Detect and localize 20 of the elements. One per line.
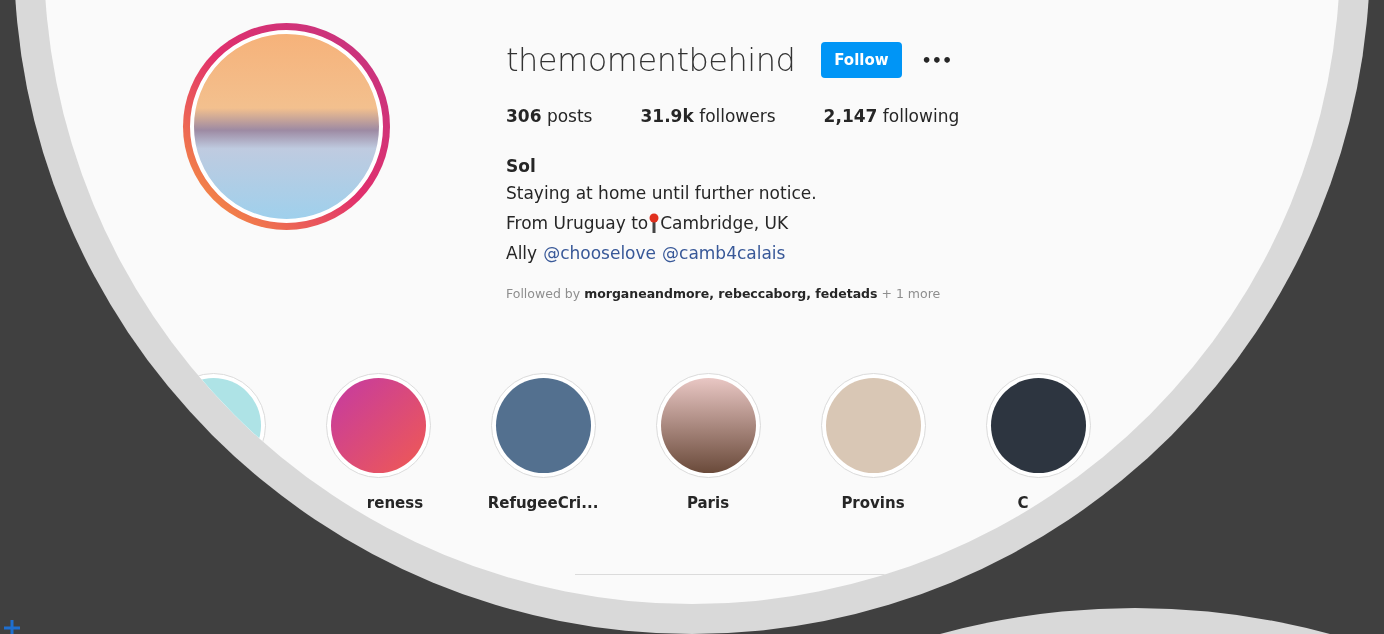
bio-line: From Uruguay to xyxy=(506,212,649,235)
highlight-label: Paris xyxy=(686,494,730,512)
profile-name: Sol xyxy=(506,155,537,178)
bio-line: Staying at home until further notice. xyxy=(506,182,818,205)
bio-text: Ally xyxy=(506,242,538,265)
pin-icon xyxy=(649,213,660,233)
mention-link[interactable]: @camb4calais xyxy=(662,238,786,268)
stat-link[interactable]: 306 posts xyxy=(506,106,593,126)
highlight-label: reness xyxy=(365,494,424,512)
stat-link[interactable]: 31.9k followers xyxy=(640,106,776,126)
mention-link[interactable]: @chooselove xyxy=(543,238,657,268)
followed-by-text: Followed by morganeandmore, rebeccaborg, fedetads + 1 more xyxy=(506,286,942,301)
more-button[interactable]: ••• xyxy=(919,48,955,72)
highlight-label: C xyxy=(1017,494,1030,512)
highlight-label: RefugeeCri... xyxy=(487,494,599,512)
username: themomentbehind xyxy=(506,41,796,79)
stat-link[interactable]: 2,147 following xyxy=(823,106,960,126)
highlight-label: Provins xyxy=(841,494,905,512)
bio-line: Cambridge, UK xyxy=(660,212,789,235)
plus-icon xyxy=(2,620,22,634)
